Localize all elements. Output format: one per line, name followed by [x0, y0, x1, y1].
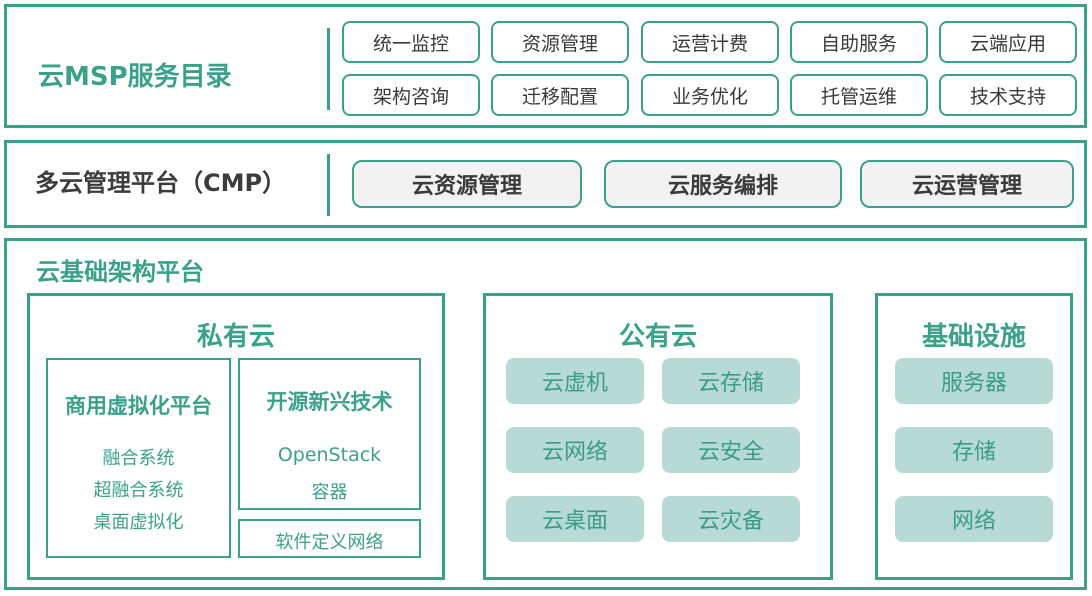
public-cloud-disaster-recovery[interactable]: 云灾备	[662, 496, 800, 542]
cmp-cloud-service-orchestration[interactable]: 云服务编排	[604, 160, 842, 208]
public-cloud-desktop[interactable]: 云桌面	[506, 496, 644, 542]
divider	[327, 28, 330, 110]
public-cloud-panel: 公有云 云虚机 云存储 云网络 云安全 云桌面 云灾备	[483, 293, 833, 580]
service-migration-config[interactable]: 迁移配置	[491, 74, 629, 116]
public-cloud-vm[interactable]: 云虚机	[506, 358, 644, 404]
infra-server[interactable]: 服务器	[895, 358, 1053, 404]
service-cloud-apps[interactable]: 云端应用	[939, 21, 1077, 63]
private-cloud-panel: 私有云 商用虚拟化平台 融合系统 超融合系统 桌面虚拟化 开源新兴技术 Open…	[27, 293, 445, 580]
sdn-label: 软件定义网络	[275, 532, 384, 553]
msp-title: 云MSP服务目录	[38, 62, 232, 92]
hyperconverged-system-label: 超融合系统	[93, 480, 184, 501]
infra-storage[interactable]: 存储	[895, 427, 1053, 473]
commercial-virtualization-title: 商用虚拟化平台	[65, 394, 212, 418]
divider	[327, 154, 330, 216]
converged-system-label: 融合系统	[102, 448, 175, 469]
service-tech-support[interactable]: 技术支持	[939, 74, 1077, 116]
public-cloud-title: 公有云	[618, 322, 697, 352]
service-unified-monitoring[interactable]: 统一监控	[342, 21, 480, 63]
cmp-title: 多云管理平台（CMP）	[35, 169, 287, 197]
commercial-virtualization-box: 商用虚拟化平台 融合系统 超融合系统 桌面虚拟化	[46, 358, 231, 558]
private-cloud-title: 私有云	[196, 322, 275, 352]
container-label: 容器	[311, 482, 348, 503]
service-resource-management[interactable]: 资源管理	[491, 21, 629, 63]
service-operation-billing[interactable]: 运营计费	[641, 21, 779, 63]
public-cloud-security[interactable]: 云安全	[662, 427, 800, 473]
public-cloud-storage[interactable]: 云存储	[662, 358, 800, 404]
service-architecture-consulting[interactable]: 架构咨询	[342, 74, 480, 116]
service-managed-ops[interactable]: 托管运维	[790, 74, 928, 116]
cmp-cloud-resource-management[interactable]: 云资源管理	[352, 160, 582, 208]
desktop-virtualization-label: 桌面虚拟化	[93, 512, 184, 533]
cmp-cloud-operations-management[interactable]: 云运营管理	[860, 160, 1074, 208]
base-infrastructure-title: 基础设施	[921, 322, 1026, 352]
service-self-service[interactable]: 自助服务	[790, 21, 928, 63]
sdn-box: 软件定义网络	[238, 519, 421, 558]
base-infrastructure-panel: 基础设施 服务器 存储 网络	[875, 293, 1073, 580]
service-business-optimization[interactable]: 业务优化	[641, 74, 779, 116]
infra-network[interactable]: 网络	[895, 496, 1053, 542]
open-source-tech-title: 开源新兴技术	[266, 390, 393, 414]
public-cloud-network[interactable]: 云网络	[506, 427, 644, 473]
infra-title: 云基础架构平台	[36, 258, 204, 286]
open-source-tech-box: 开源新兴技术 OpenStack 容器	[238, 358, 421, 510]
openstack-label: OpenStack	[277, 444, 382, 466]
